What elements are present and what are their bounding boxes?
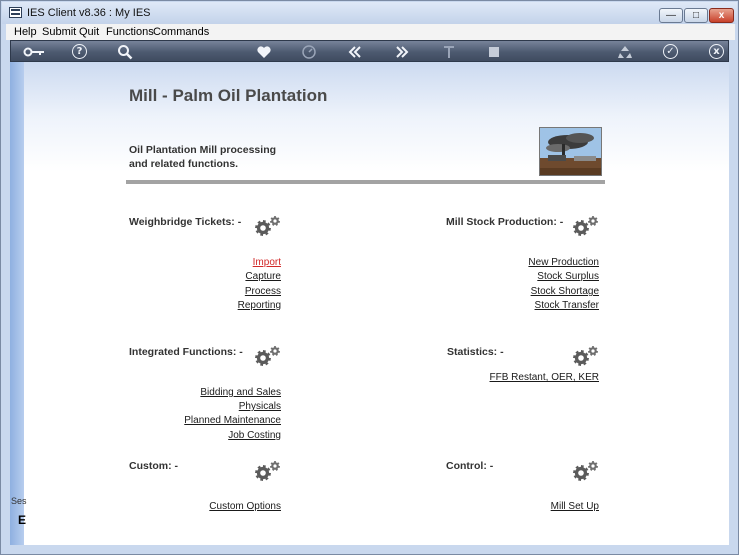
search-icon[interactable] xyxy=(117,44,133,60)
app-window: IES Client v8.36 : My IES — □ x Help Sub… xyxy=(0,0,739,555)
integrated-label: Integrated Functions: - xyxy=(129,346,243,358)
link-mill-setup[interactable]: Mill Set Up xyxy=(529,501,599,512)
mill-photo xyxy=(539,127,602,176)
statistics-gear-icon[interactable] xyxy=(571,345,601,367)
link-planned-maintenance[interactable]: Planned Maintenance xyxy=(171,415,281,426)
help-icon[interactable]: ? xyxy=(72,44,87,59)
menu-help[interactable]: Help xyxy=(14,26,37,38)
link-bidding-sales[interactable]: Bidding and Sales xyxy=(171,387,281,398)
custom-gear-icon[interactable] xyxy=(253,460,283,482)
forward-icon[interactable] xyxy=(394,44,410,60)
integrated-gear-icon[interactable] xyxy=(253,345,283,367)
menu-bar: Help Submit Quit Functions Commands xyxy=(6,24,735,40)
link-reporting[interactable]: Reporting xyxy=(211,300,281,311)
title-bar: IES Client v8.36 : My IES — □ x xyxy=(2,2,737,24)
link-stock-shortage[interactable]: Stock Shortage xyxy=(499,286,599,297)
close-icon[interactable]: x xyxy=(709,44,724,59)
menu-functions[interactable]: Functions xyxy=(106,26,154,38)
mill-stock-label: Mill Stock Production: - xyxy=(446,216,564,228)
menu-submit[interactable]: Submit xyxy=(42,26,76,38)
menu-commands[interactable]: Commands xyxy=(153,26,209,38)
statistics-label: Statistics: - xyxy=(447,346,504,358)
link-process[interactable]: Process xyxy=(221,286,281,297)
link-job-costing[interactable]: Job Costing xyxy=(171,430,281,441)
menu-quit[interactable]: Quit xyxy=(79,26,99,38)
custom-label: Custom: - xyxy=(129,460,178,472)
key-icon[interactable] xyxy=(23,44,45,60)
page-title: Mill - Palm Oil Plantation xyxy=(129,86,328,105)
side-panel-strip xyxy=(10,62,24,545)
link-stock-surplus[interactable]: Stock Surplus xyxy=(499,271,599,282)
weighbridge-gear-icon[interactable] xyxy=(253,215,283,237)
stop-icon[interactable] xyxy=(486,44,502,60)
close-window-button[interactable]: x xyxy=(709,8,734,23)
main-frame xyxy=(10,62,729,545)
subtitle-line-2: and related functions. xyxy=(129,158,239,170)
link-new-production[interactable]: New Production xyxy=(499,257,599,268)
link-import[interactable]: Import xyxy=(231,257,281,268)
side-panel-label: Ses xyxy=(11,496,27,506)
control-gear-icon[interactable] xyxy=(571,460,601,482)
minimize-button[interactable]: — xyxy=(659,8,683,23)
link-physicals[interactable]: Physicals xyxy=(171,401,281,412)
header-divider xyxy=(126,180,605,184)
text-icon[interactable] xyxy=(441,44,457,60)
app-icon xyxy=(9,7,22,18)
mill-stock-gear-icon[interactable] xyxy=(571,215,601,237)
page-subtitle: Oil Plantation Mill processing and relat… xyxy=(129,143,329,171)
favorite-icon[interactable] xyxy=(256,44,272,60)
link-custom-options[interactable]: Custom Options xyxy=(191,501,281,512)
subtitle-line-1: Oil Plantation Mill processing xyxy=(129,144,277,156)
clock-icon[interactable] xyxy=(301,44,317,60)
maximize-button[interactable]: □ xyxy=(684,8,708,23)
toolbar: ? ✓ x xyxy=(10,40,729,62)
link-capture[interactable]: Capture xyxy=(221,271,281,282)
recycle-icon[interactable] xyxy=(617,44,633,60)
back-icon[interactable] xyxy=(347,44,363,60)
content-area xyxy=(24,62,729,545)
weighbridge-label: Weighbridge Tickets: - xyxy=(129,216,242,228)
control-label: Control: - xyxy=(446,460,494,472)
link-ffb-restant[interactable]: FFB Restant, OER, KER xyxy=(479,372,599,383)
link-stock-transfer[interactable]: Stock Transfer xyxy=(499,300,599,311)
side-panel-glyph[interactable]: E xyxy=(18,513,26,527)
window-title: IES Client v8.36 : My IES xyxy=(27,7,151,19)
confirm-icon[interactable]: ✓ xyxy=(663,44,678,59)
